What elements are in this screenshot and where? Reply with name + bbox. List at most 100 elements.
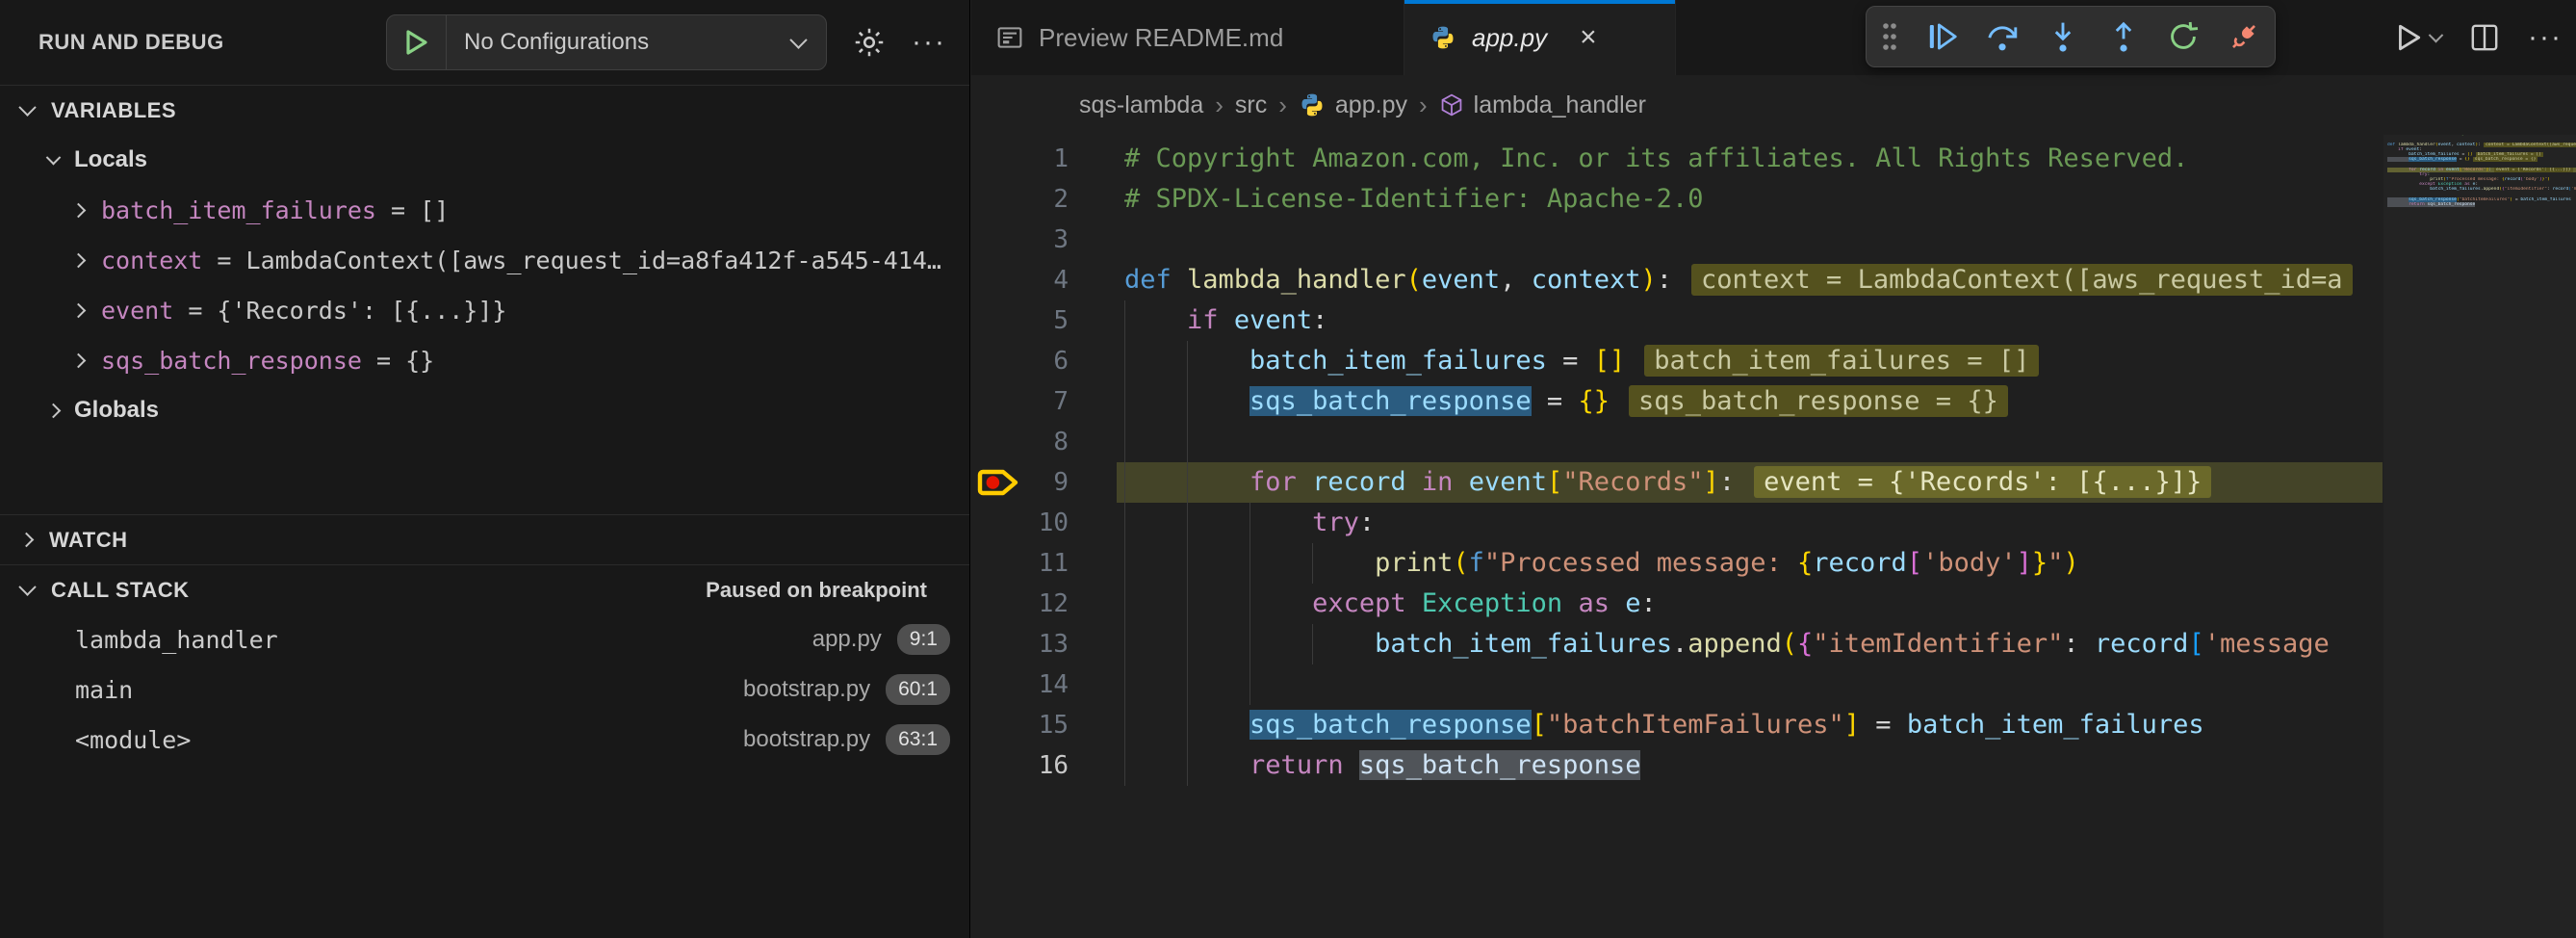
gutter-row[interactable]: 4 (971, 260, 1117, 300)
gutter-row[interactable]: 13 (971, 624, 1117, 664)
split-editor-icon[interactable] (2470, 23, 2499, 52)
indent-guide (1249, 584, 1250, 624)
close-icon[interactable]: × (1580, 23, 1597, 52)
code-token (1124, 588, 1312, 618)
code-line[interactable]: except Exception as e: (1117, 584, 2383, 624)
watch-section-header[interactable]: WATCH (0, 514, 969, 564)
gutter-row[interactable]: 2 (971, 179, 1117, 220)
code-token: batch_item_failures (1249, 346, 1547, 376)
code-token: except (1312, 588, 1406, 618)
breadcrumb-item-lambda-handler[interactable]: lambda_handler (1439, 91, 1646, 119)
code-line[interactable]: sqs_batch_response = {}sqs_batch_respons… (1117, 381, 2383, 422)
code-line[interactable]: return sqs_batch_response (1117, 745, 2383, 786)
code-content[interactable]: # Copyright Amazon.com, Inc. or its affi… (1117, 139, 2383, 938)
tab-label: app.py (1472, 23, 1547, 53)
variable-row[interactable]: event = {'Records': [{...}]} (0, 285, 969, 335)
gutter-row[interactable]: 1 (971, 139, 1117, 179)
dropdown-chevron-icon (789, 31, 807, 48)
more-icon[interactable]: ··· (912, 28, 946, 57)
minimap[interactable]: # Copyright Amazon.com, Inc. or its affi… (2383, 135, 2576, 938)
code-line[interactable]: def lambda_handler(event, context):conte… (1117, 260, 2383, 300)
line-number: 13 (1039, 624, 1069, 664)
call-stack-section-header[interactable]: CALL STACK Paused on breakpoint (0, 564, 969, 614)
restart-icon[interactable] (2166, 19, 2201, 54)
code-token (2387, 202, 2409, 207)
frame-file: bootstrap.py (743, 726, 870, 753)
gutter-row[interactable]: 11 (971, 543, 1117, 584)
gutter-row[interactable]: 7 (971, 381, 1117, 422)
code-token: ] (1844, 710, 1860, 740)
gutter-row[interactable]: 16 (971, 745, 1117, 786)
code-token: = (1860, 710, 1907, 740)
code-line[interactable]: try: (1117, 503, 2383, 543)
variables-section-header[interactable]: VARIABLES (0, 85, 969, 135)
code-line[interactable] (1117, 220, 2383, 260)
breakpoint-paused-icon[interactable] (977, 467, 1021, 498)
chevron-down-icon (18, 578, 36, 595)
gutter-row[interactable]: 6 (971, 341, 1117, 381)
breadcrumb-separator: › (1278, 91, 1287, 120)
code-line[interactable]: if event: (1117, 300, 2383, 341)
code-token (1124, 305, 1187, 335)
code-line[interactable] (1117, 422, 2383, 462)
breadcrumb-item-app-py[interactable]: app.py (1299, 91, 1407, 119)
variable-name: batch_item_failures (101, 196, 376, 224)
gutter-row[interactable]: 15 (971, 705, 1117, 745)
stack-frame-row[interactable]: lambda_handlerapp.py9:1 (0, 614, 969, 664)
stack-frame-row[interactable]: mainbootstrap.py60:1 (0, 664, 969, 715)
frame-name: main (75, 676, 133, 704)
code-line[interactable]: # SPDX-License-Identifier: Apache-2.0 (1117, 179, 2383, 220)
code-token: event (1234, 305, 1312, 335)
code-line[interactable]: for record in event["Records"]:event = {… (1117, 462, 2383, 503)
editor-actions: ··· (2394, 0, 2563, 75)
locals-scope-row[interactable]: Locals (0, 135, 969, 185)
variable-value: = [] (391, 196, 449, 224)
gutter-row[interactable]: 10 (971, 503, 1117, 543)
indent-guide (1124, 462, 1125, 503)
sidebar-spacer (0, 435, 969, 514)
gear-icon[interactable] (852, 25, 887, 60)
code-line[interactable]: # Copyright Amazon.com, Inc. or its affi… (1117, 139, 2383, 179)
breadcrumb-item-src[interactable]: src (1235, 91, 1267, 119)
indent-guide (1187, 664, 1188, 705)
gutter-row[interactable]: 12 (971, 584, 1117, 624)
variable-row[interactable]: context = LambdaContext([aws_request_id=… (0, 235, 969, 285)
line-number: 2 (1053, 179, 1069, 220)
step-over-icon[interactable] (1985, 19, 2020, 54)
run-dropdown-chevron-icon[interactable] (2429, 27, 2444, 42)
code-line[interactable]: batch_item_failures.append({"itemIdentif… (1117, 624, 2383, 664)
disconnect-icon[interactable] (2227, 19, 2261, 54)
gutter-row[interactable]: 3 (971, 220, 1117, 260)
step-out-icon[interactable] (2106, 19, 2141, 54)
globals-scope-row[interactable]: Globals (0, 385, 969, 435)
chevron-right-icon (46, 403, 62, 418)
start-debug-icon[interactable] (387, 15, 447, 69)
indent-guide (1187, 584, 1188, 624)
tab-preview-readme-md[interactable]: Preview README.md (971, 0, 1404, 75)
run-icon[interactable] (2394, 23, 2441, 52)
tab-app-py[interactable]: app.py × (1404, 0, 1676, 75)
code-line[interactable]: batch_item_failures = []batch_item_failu… (1117, 341, 2383, 381)
code-line[interactable]: sqs_batch_response["batchItemFailures"] … (1117, 705, 2383, 745)
continue-icon[interactable] (1925, 19, 1960, 54)
stack-frame-row[interactable]: <module>bootstrap.py63:1 (0, 715, 969, 765)
code-token (1562, 588, 1578, 618)
gutter-row[interactable]: 8 (971, 422, 1117, 462)
gutter-row[interactable]: 5 (971, 300, 1117, 341)
code-token: [ (1907, 548, 1922, 578)
code-line[interactable] (1117, 664, 2383, 705)
code-token: # SPDX-License-Identifier: Apache-2.0 (1124, 184, 1703, 214)
breadcrumb-item-sqs-lambda[interactable]: sqs-lambda (1079, 91, 1203, 119)
launch-configuration-dropdown[interactable]: No Configurations (386, 14, 827, 70)
more-actions-icon[interactable]: ··· (2528, 23, 2563, 52)
code-line[interactable]: print(f"Processed message: {record['body… (1117, 543, 2383, 584)
variable-row[interactable]: sqs_batch_response = {} (0, 335, 969, 385)
breadcrumb-separator: › (1419, 91, 1428, 120)
code-token: context (1532, 265, 1641, 295)
step-into-icon[interactable] (2046, 19, 2080, 54)
gripper-icon[interactable] (1880, 20, 1899, 53)
indent-guide (1187, 462, 1188, 503)
gutter-row[interactable]: 9 (971, 462, 1117, 503)
variable-row[interactable]: batch_item_failures = [] (0, 185, 969, 235)
gutter-row[interactable]: 14 (971, 664, 1117, 705)
